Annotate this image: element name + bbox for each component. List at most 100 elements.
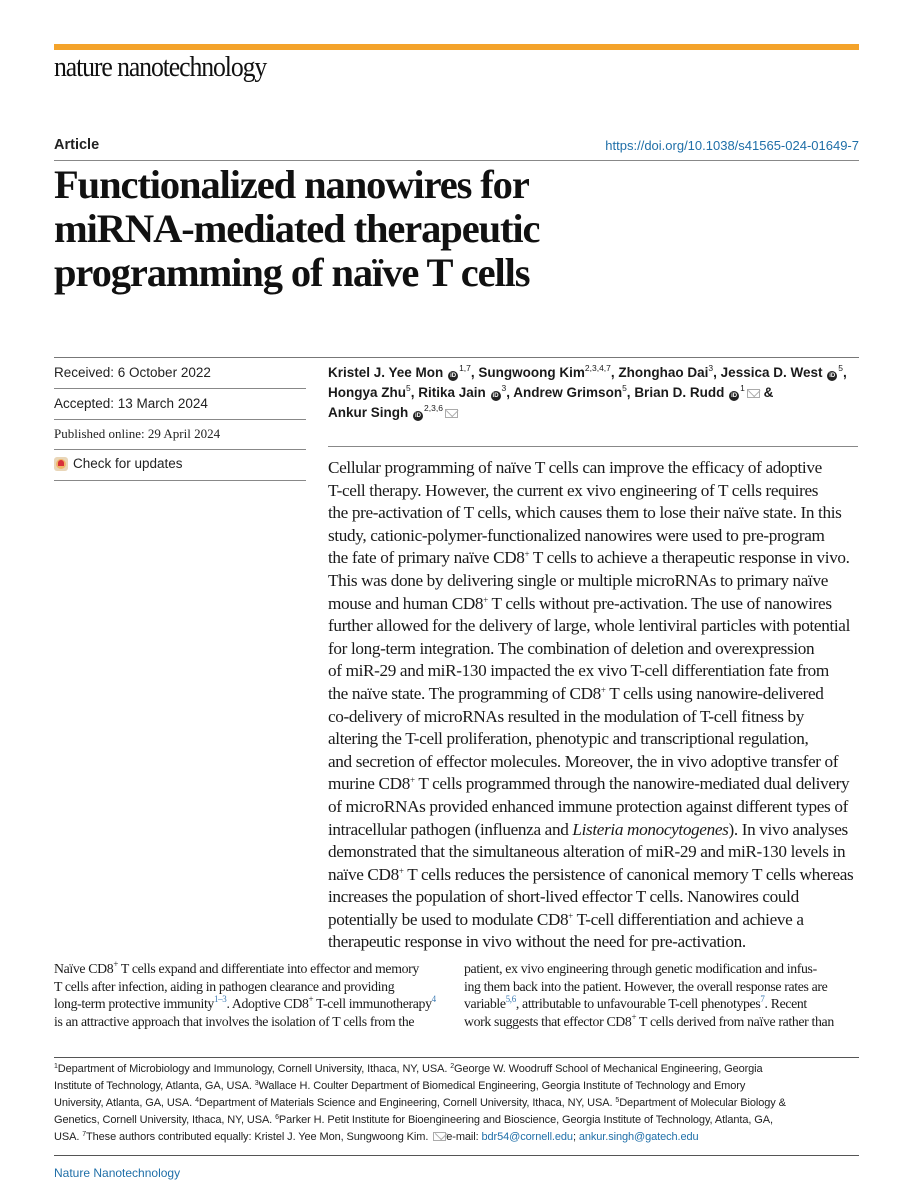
author[interactable]: Ankur Singh iD2,3,6 xyxy=(328,403,458,421)
accepted-date: Accepted: 13 March 2024 xyxy=(54,396,208,411)
text-line: naïve CD8+ T cells reduces the persisten… xyxy=(328,864,854,884)
text-line: and secretion of effector molecules. Mor… xyxy=(328,751,839,771)
text-line: Genetics, Cornell University, Ithaca, NY… xyxy=(54,1114,773,1126)
divider xyxy=(54,1057,859,1058)
affiliation-superscript: 5 xyxy=(622,383,627,393)
text-line: T cells after infection, aiding in patho… xyxy=(54,978,395,994)
orcid-icon[interactable]: iD xyxy=(448,371,459,381)
received-date: Received: 6 October 2022 xyxy=(54,365,211,380)
email-label: e-mail: xyxy=(446,1131,482,1143)
author-name[interactable]: Hongya Zhu xyxy=(328,385,406,400)
superscript: 1 xyxy=(54,1063,58,1070)
text-line: therapeutic response in vivo without the… xyxy=(328,932,746,952)
author[interactable]: Zhonghao Dai3 xyxy=(618,363,714,380)
superscript: + xyxy=(398,865,404,876)
envelope-icon[interactable] xyxy=(746,389,760,398)
affiliation-superscript: 1 xyxy=(740,383,745,393)
footer-journal-name: Nature Nanotechnology xyxy=(54,1166,181,1180)
text-line: work suggests that effector CD8+ T cells… xyxy=(464,1011,834,1029)
orcid-icon[interactable]: iD xyxy=(413,411,424,421)
text-line: 1Department of Microbiology and Immunolo… xyxy=(54,1063,763,1075)
check-for-updates-button[interactable]: Check for updates xyxy=(54,456,306,471)
divider xyxy=(54,449,306,450)
article-title: Functionalized nanowires for miRNA-media… xyxy=(54,163,654,295)
author[interactable]: Sungwoong Kim2,3,4,7 xyxy=(478,363,611,380)
envelope-icon[interactable] xyxy=(444,409,458,418)
text-line: demonstrated that the simultaneous alter… xyxy=(328,842,846,862)
text-line: intracellular pathogen (influenza and Li… xyxy=(328,819,848,839)
body-column-right: patient, ex vivo engineering through gen… xyxy=(464,960,864,1030)
email-link[interactable]: ankur.singh@gatech.edu xyxy=(579,1131,699,1143)
superscript: 1–3 xyxy=(213,994,227,1004)
doi-link[interactable]: https://doi.org/10.1038/s41565-024-01649… xyxy=(605,138,859,153)
orcid-icon[interactable]: iD xyxy=(490,391,501,401)
journal-accent-bar xyxy=(54,44,859,50)
text-line: of microRNAs provided enhanced immune pr… xyxy=(328,796,848,816)
text-line: of miR-29 and miR-130 impacted the ex vi… xyxy=(328,661,829,681)
text-line: the fate of primary naïve CD8+ T cells t… xyxy=(328,548,850,568)
orcid-icon[interactable]: iD xyxy=(827,371,838,381)
divider xyxy=(54,1155,859,1156)
body-column-left: Naïve CD8+ T cells expand and differenti… xyxy=(54,960,454,1030)
affiliation-superscript: 3 xyxy=(501,383,507,393)
author-name[interactable]: Brian D. Rudd xyxy=(634,385,724,400)
title-line: miRNA-mediated therapeutic xyxy=(54,206,541,251)
divider xyxy=(54,160,859,161)
superscript: + xyxy=(600,684,606,695)
author[interactable]: Brian D. Rudd iD1 xyxy=(634,383,760,401)
superscript: + xyxy=(568,910,574,921)
title-line: Functionalized nanowires for xyxy=(54,162,530,207)
text-line: mouse and human CD8+ T cells without pre… xyxy=(328,593,832,613)
text-line: the naïve state. The programming of CD8+… xyxy=(328,683,824,703)
text-line: variable5,6, attributable to unfavourabl… xyxy=(464,994,807,1012)
text-line: T-cell therapy. However, the current ex … xyxy=(328,480,819,500)
author-name[interactable]: Jessica D. West xyxy=(721,365,823,380)
crossmark-icon xyxy=(54,456,68,471)
superscript: + xyxy=(631,1011,637,1022)
superscript: + xyxy=(308,994,314,1004)
author-list: Kristel J. Yee Mon iD1,7, Sungwoong Kim2… xyxy=(328,363,847,421)
superscript: 5 xyxy=(615,1097,620,1104)
affiliation-superscript: 5 xyxy=(838,363,843,373)
email-link[interactable]: bdr54@cornell.edu xyxy=(482,1131,574,1143)
author-name[interactable]: Sungwoong Kim xyxy=(478,365,584,380)
affiliation-superscript: 2,3,6 xyxy=(424,403,443,413)
orcid-icon[interactable]: iD xyxy=(729,391,740,401)
text-line: murine CD8+ T cells programmed through t… xyxy=(328,774,850,794)
author-name[interactable]: Zhonghao Dai xyxy=(618,365,708,380)
affiliation-superscript: 3 xyxy=(708,363,714,373)
author-name[interactable]: Andrew Grimson xyxy=(513,385,622,400)
author[interactable]: Andrew Grimson5 xyxy=(513,383,627,400)
text-line: the pre-activation of T cells, which cau… xyxy=(328,503,842,523)
text-line: for long-term integration. The combinati… xyxy=(328,638,815,658)
divider xyxy=(328,446,858,447)
published-date: Published online: 29 April 2024 xyxy=(54,426,221,441)
author[interactable]: Hongya Zhu5 xyxy=(328,383,411,400)
author-name[interactable]: Ankur Singh xyxy=(328,405,408,420)
author-name[interactable]: Kristel J. Yee Mon xyxy=(328,365,443,380)
text-line: Cellular programming of naïve T cells ca… xyxy=(328,458,822,477)
author-name[interactable]: Ritika Jain xyxy=(418,385,486,400)
superscript: 2 xyxy=(450,1063,455,1070)
text-line: Naïve CD8+ T cells expand and differenti… xyxy=(54,959,419,977)
superscript: 5,6 xyxy=(505,994,517,1004)
text-line: altering the T-cell proliferation, pheno… xyxy=(328,729,809,749)
superscript: 4 xyxy=(195,1097,199,1104)
author[interactable]: Kristel J. Yee Mon iD1,7 xyxy=(328,364,471,381)
divider xyxy=(54,480,306,481)
text-line: Institute of Technology, Atlanta, GA, US… xyxy=(54,1080,746,1092)
affiliation-superscript: 2,3,4,7 xyxy=(584,363,611,373)
text-line: co-delivery of microRNAs resulted in the… xyxy=(328,706,804,726)
text-line: long-term protective immunity1–3. Adopti… xyxy=(54,994,436,1012)
text-line: patient, ex vivo engineering through gen… xyxy=(464,961,817,976)
author[interactable]: Jessica D. West iD5 xyxy=(721,363,843,381)
affiliation-superscript: 5 xyxy=(406,383,411,393)
text-line: ing them back into the patient. However,… xyxy=(464,978,828,994)
title-line: programming of naïve T cells xyxy=(54,250,531,295)
superscript: 6 xyxy=(275,1114,279,1121)
envelope-icon xyxy=(433,1132,447,1141)
text-line: is an attractive approach that involves … xyxy=(54,1013,415,1029)
author[interactable]: Ritika Jain iD3 xyxy=(418,383,507,401)
superscript: 7 xyxy=(760,994,765,1004)
affiliations: 1Department of Microbiology and Immunolo… xyxy=(54,1061,864,1146)
